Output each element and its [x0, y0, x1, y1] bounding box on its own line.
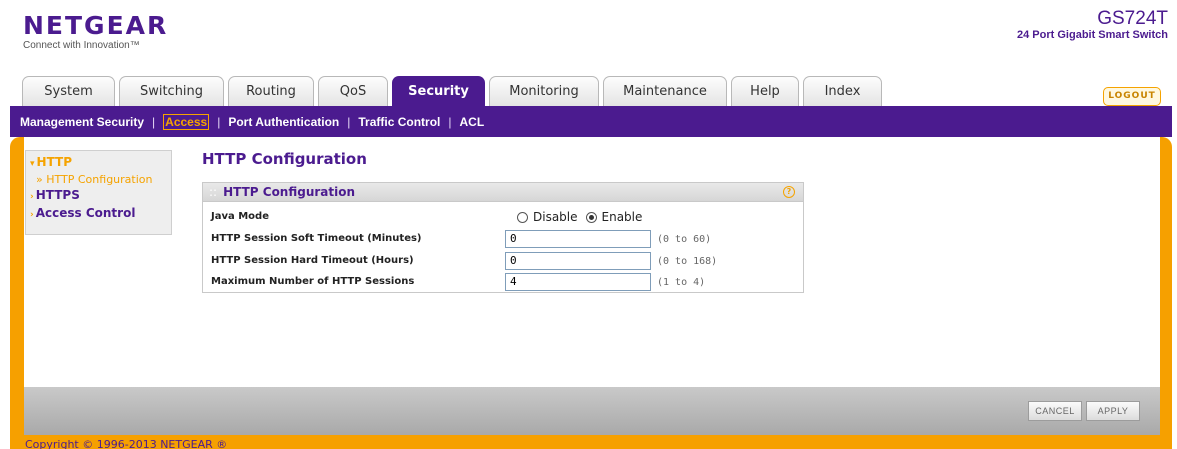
leftnav-http-config-label: HTTP Configuration — [46, 173, 153, 186]
logo-text: NETGEAR — [23, 11, 169, 40]
chevron-right-icon: » — [36, 173, 47, 186]
leftnav-access-control-label: Access Control — [35, 206, 136, 220]
soft-timeout-range: (0 to 60) — [657, 234, 712, 245]
product-model: GS724T — [1097, 8, 1168, 29]
java-mode-enable-label: Enable — [601, 210, 643, 224]
http-configuration-panel: :: HTTP Configuration ? Java Mode Disable… — [202, 182, 804, 293]
action-bar — [10, 387, 1172, 435]
leftnav-http-label: HTTP — [36, 155, 73, 169]
leftnav-https-label: HTTPS — [35, 188, 80, 202]
subnav-traffic-control[interactable]: Traffic Control — [358, 115, 440, 129]
drag-handle-icon: :: — [209, 185, 218, 199]
java-mode-enable-radio[interactable] — [585, 211, 597, 223]
chevron-down-icon: ▾ — [30, 159, 35, 169]
netgear-logo: NETGEAR Connect with Innovation™ — [23, 11, 169, 52]
java-mode-label: Java Mode — [211, 211, 269, 222]
java-mode-disable-radio[interactable] — [517, 211, 528, 223]
subnav-separator: | — [152, 114, 156, 129]
sub-navigation: Management Security | Access | Port Auth… — [10, 106, 1172, 137]
subnav-access[interactable]: Access — [163, 113, 210, 130]
tab-monitoring[interactable]: Monitoring — [489, 76, 599, 106]
leftnav-item-http[interactable]: ▾ HTTP — [30, 154, 167, 172]
hard-timeout-range: (0 to 168) — [657, 256, 718, 267]
left-navigation: ▾ HTTP » HTTP Configuration › HTTPS › Acces… — [25, 150, 172, 235]
subnav-separator: | — [347, 114, 351, 129]
subnav-port-authentication[interactable]: Port Authentication — [228, 115, 339, 129]
main-tabs: System Switching Routing QoS Security Mo… — [22, 76, 886, 106]
tab-qos[interactable]: QoS — [318, 76, 388, 106]
product-info: GS724T 24 Port Gigabit Smart Switch — [1017, 8, 1168, 42]
max-sessions-row: Maximum Number of HTTP Sessions 4 (1 to … — [211, 273, 801, 293]
soft-timeout-input[interactable]: 0 — [505, 230, 651, 248]
tab-switching[interactable]: Switching — [119, 76, 224, 106]
tab-maintenance[interactable]: Maintenance — [603, 76, 727, 106]
logo-tagline: Connect with Innovation™ — [23, 40, 140, 51]
java-mode-radio-group: Disable Enable — [517, 210, 650, 224]
tab-security[interactable]: Security — [392, 76, 485, 106]
tab-index[interactable]: Index — [803, 76, 882, 106]
hard-timeout-row: HTTP Session Hard Timeout (Hours) 0 (0 t… — [211, 252, 801, 272]
cancel-button[interactable]: CANCEL — [1028, 401, 1082, 421]
subnav-management-security[interactable]: Management Security — [20, 115, 144, 129]
tab-system[interactable]: System — [22, 76, 115, 106]
subnav-separator: | — [448, 114, 452, 129]
tab-routing[interactable]: Routing — [228, 76, 314, 106]
java-mode-row: Java Mode Disable Enable — [211, 208, 801, 228]
hard-timeout-input[interactable]: 0 — [505, 252, 651, 270]
soft-timeout-label: HTTP Session Soft Timeout (Minutes) — [211, 233, 422, 244]
chevron-right-icon: › — [30, 192, 34, 202]
hard-timeout-label: HTTP Session Hard Timeout (Hours) — [211, 255, 414, 266]
copyright-footer: Copyright © 1996-2013 NETGEAR ® — [10, 435, 1172, 449]
leftnav-item-https[interactable]: › HTTPS — [30, 187, 167, 205]
apply-button[interactable]: APPLY — [1086, 401, 1140, 421]
chevron-right-icon: › — [30, 210, 34, 220]
leftnav-item-http-configuration[interactable]: » HTTP Configuration — [30, 172, 167, 187]
java-mode-disable-label: Disable — [533, 210, 578, 224]
subnav-acl[interactable]: ACL — [460, 115, 485, 129]
help-icon[interactable]: ? — [783, 186, 795, 198]
max-sessions-input[interactable]: 4 — [505, 273, 651, 291]
panel-header: :: HTTP Configuration ? — [203, 183, 803, 202]
max-sessions-label: Maximum Number of HTTP Sessions — [211, 276, 415, 287]
tab-help[interactable]: Help — [731, 76, 799, 106]
max-sessions-range: (1 to 4) — [657, 277, 706, 288]
soft-timeout-row: HTTP Session Soft Timeout (Minutes) 0 (0… — [211, 230, 801, 250]
product-description: 24 Port Gigabit Smart Switch — [1017, 29, 1168, 41]
logout-button[interactable]: LOGOUT — [1103, 87, 1161, 106]
panel-title: HTTP Configuration — [223, 185, 356, 199]
page-title: HTTP Configuration — [202, 150, 367, 168]
leftnav-item-access-control[interactable]: › Access Control — [30, 205, 167, 223]
subnav-separator: | — [217, 114, 221, 129]
